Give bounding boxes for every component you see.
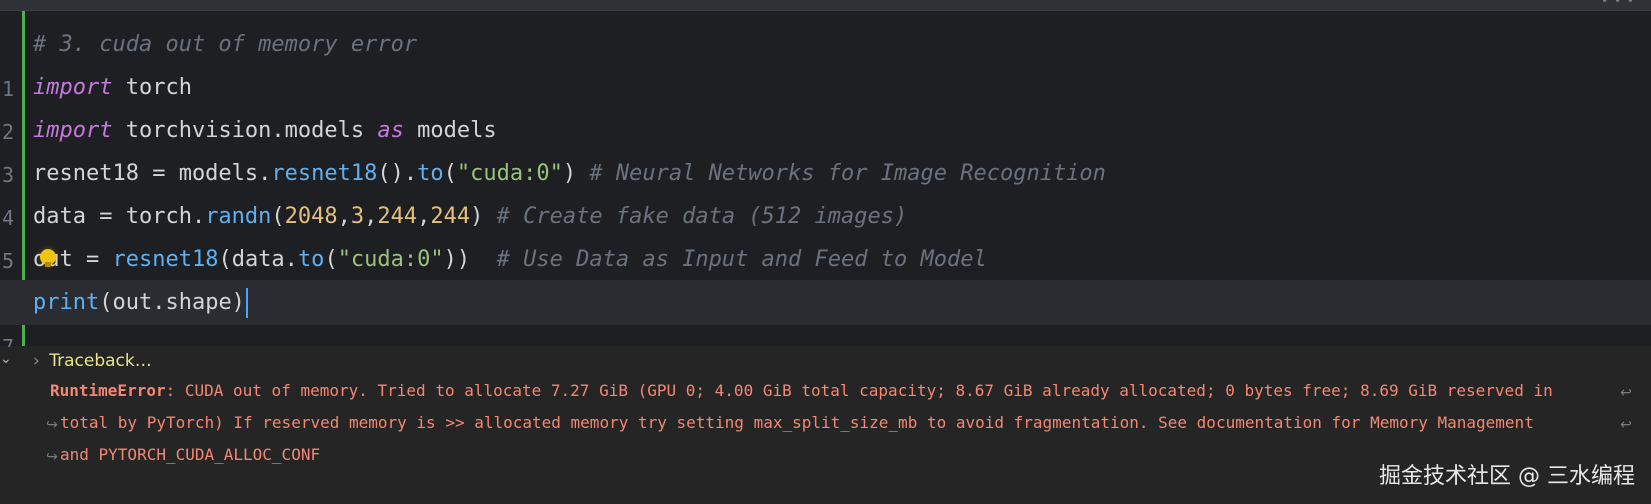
- comment: # 3. cuda out of memory error: [33, 32, 418, 57]
- more-actions-icon[interactable]: • • •: [1601, 0, 1635, 8]
- wrap-arrow-icon: ↩: [1620, 417, 1632, 433]
- code-text[interactable]: import torch: [33, 65, 192, 110]
- editor-top-bar: • • •: [0, 0, 1651, 11]
- code-text[interactable]: resnet18 = models.resnet18().to("cuda:0"…: [33, 151, 1106, 196]
- code-text[interactable]: data = torch.randn(2048,3,244,244) # Cre…: [33, 194, 907, 239]
- traceback-toggle[interactable]: › Traceback…: [33, 347, 152, 375]
- code-text[interactable]: out = resnet18(data.to("cuda:0")) # Use …: [33, 237, 987, 282]
- traceback-label: Traceback…: [49, 351, 152, 371]
- wrap-arrow-icon: ↪: [46, 449, 58, 465]
- code-line-6[interactable]: 6 out = resnet18(data.to("cuda:0")) # Us…: [0, 237, 1651, 316]
- error-message-line-1: RuntimeError: CUDA out of memory. Tried …: [50, 381, 1553, 400]
- code-line-7[interactable]: 7 print(out.shape): [0, 280, 1651, 359]
- output-panel: ⌄ › Traceback… RuntimeError: CUDA out of…: [0, 347, 1651, 504]
- error-message-line-2: total by PyTorch) If reserved memory is …: [60, 413, 1534, 432]
- wrap-arrow-icon: ↪: [46, 417, 58, 433]
- watermark: 掘金技术社区 @ 三水编程: [1379, 464, 1635, 489]
- code-line-5[interactable]: 5 data = torch.randn(2048,3,244,244) # C…: [0, 194, 1651, 273]
- code-line-3[interactable]: 3 import torchvision.models as models: [0, 108, 1651, 187]
- code-line-4[interactable]: 4 resnet18 = models.resnet18().to("cuda:…: [0, 151, 1651, 230]
- code-text[interactable]: print(out.shape): [33, 280, 248, 325]
- code-line-2[interactable]: 2 import torch: [0, 65, 1651, 144]
- text-cursor: [245, 288, 248, 318]
- collapse-output-icon[interactable]: ⌄: [0, 352, 14, 366]
- wrap-arrow-icon: ↩: [1620, 385, 1632, 401]
- chevron-right-icon: ›: [33, 351, 40, 371]
- lightbulb-icon[interactable]: [40, 249, 56, 267]
- code-text[interactable]: # 3. cuda out of memory error: [33, 22, 417, 67]
- code-line-1[interactable]: 1 # 3. cuda out of memory error: [0, 22, 1651, 101]
- code-editor[interactable]: 1 # 3. cuda out of memory error 2 import…: [0, 11, 1651, 359]
- code-text[interactable]: import torchvision.models as models: [33, 108, 497, 153]
